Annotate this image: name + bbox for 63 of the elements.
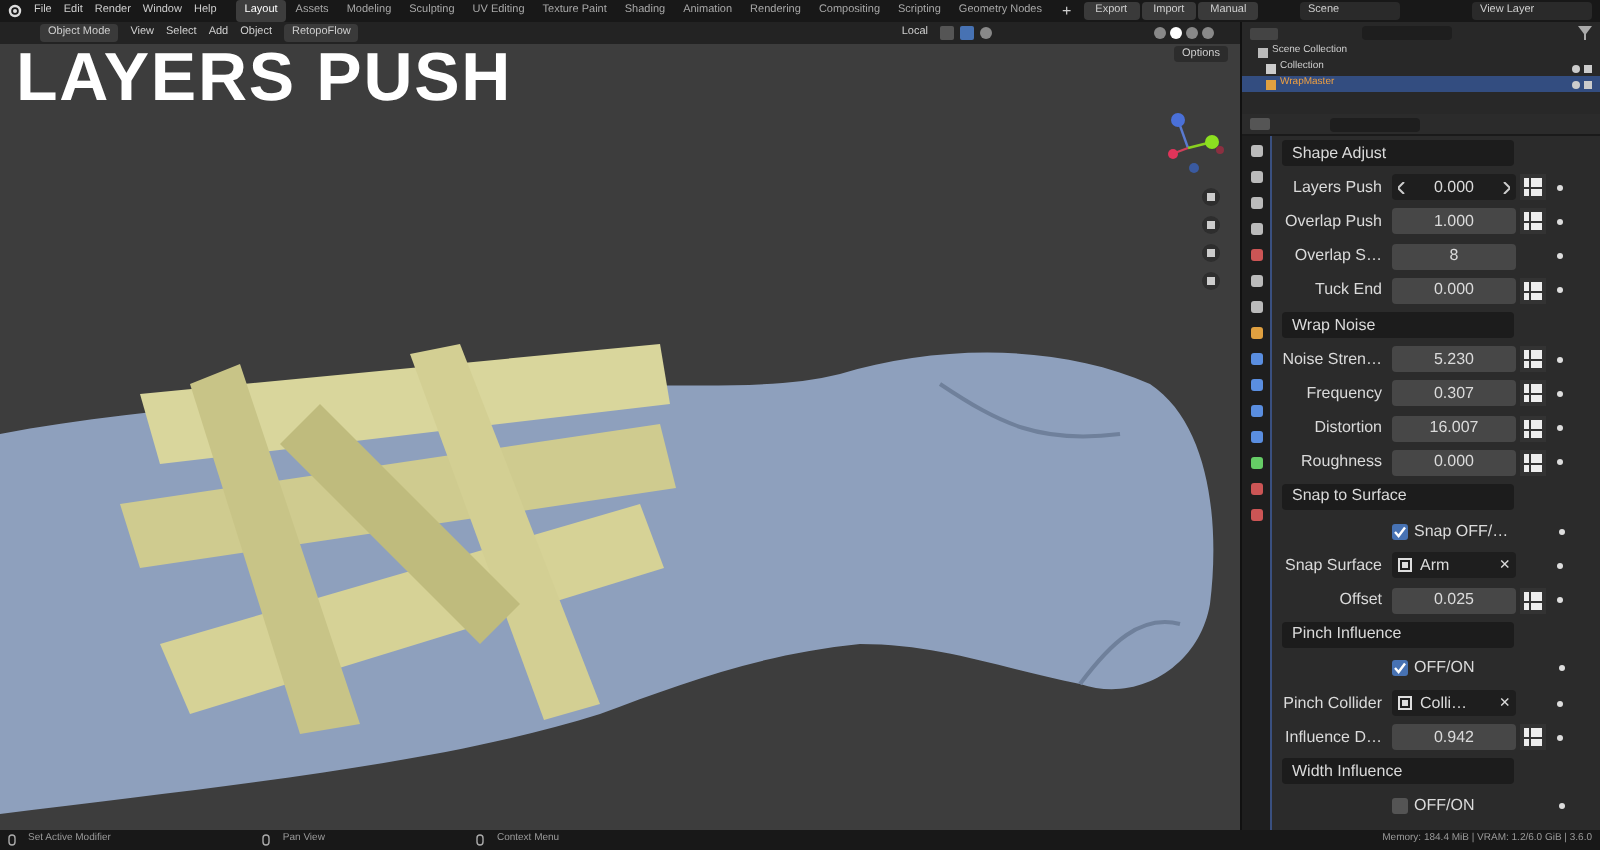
mesh-object-icon	[1398, 558, 1412, 573]
property-label: Roughness	[1299, 450, 1382, 475]
keyframe-dot-icon	[1556, 699, 1564, 708]
keyframe-dot-icon	[1556, 286, 1564, 295]
clear-button[interactable]: ×	[1499, 556, 1510, 575]
number-field[interactable]: 5.230	[1392, 346, 1516, 373]
blender-logo-icon	[8, 4, 22, 18]
keyframe-dot-icon	[1556, 458, 1564, 467]
clear-button[interactable]: ×	[1499, 694, 1510, 713]
property-label: Tuck End	[1313, 278, 1382, 303]
checkbox[interactable]: OFF/ON	[1392, 656, 1534, 681]
number-field[interactable]: 0.307	[1392, 380, 1516, 407]
number-field[interactable]: 1.000	[1392, 208, 1516, 235]
video-caption: LAYERS PUSH	[16, 44, 513, 112]
keyframe-dot-icon	[1558, 664, 1566, 673]
panel-header[interactable]: Width Influence	[1282, 758, 1514, 785]
add-workspace-button[interactable]: +	[1062, 3, 1072, 19]
panel-header[interactable]: Shape Adjust	[1282, 140, 1514, 167]
property-label: Layers Push	[1291, 175, 1382, 200]
keyframe-dot-icon	[1556, 424, 1564, 433]
panel-header[interactable]: Wrap Noise	[1282, 312, 1514, 339]
mesh-object-icon	[1398, 696, 1412, 711]
property-label: Pinch Collider	[1282, 691, 1382, 716]
property-label: Frequency	[1304, 381, 1382, 406]
property-label: Distortion	[1312, 416, 1382, 441]
keyframe-dot-icon	[1556, 596, 1564, 605]
keyframe-dot-icon	[1558, 527, 1566, 536]
mouse-icon	[476, 834, 485, 846]
keyframe-dot-icon	[1556, 252, 1564, 261]
keyframe-dot-icon	[1556, 733, 1564, 742]
property-label: Noise Stren…	[1282, 347, 1382, 372]
checkbox[interactable]: Snap OFF/…	[1392, 519, 1534, 544]
property-label: Influence D…	[1283, 725, 1382, 750]
number-field[interactable]: 0.942	[1392, 724, 1516, 751]
number-field[interactable]: 0.000	[1392, 174, 1516, 201]
object-field[interactable]: Colli… ×	[1392, 690, 1516, 717]
keyframe-dot-icon	[1558, 802, 1566, 811]
number-field[interactable]: 0.000	[1392, 277, 1516, 304]
visibility-icon	[1572, 63, 1592, 73]
editor-type-icon	[1250, 118, 1270, 130]
object-field[interactable]: Arm ×	[1392, 552, 1516, 579]
keyframe-dot-icon	[1556, 355, 1564, 364]
panel-header[interactable]: Pinch Influence	[1282, 621, 1514, 648]
filter-icon	[1578, 26, 1592, 40]
property-label: Snap Surface	[1283, 553, 1382, 578]
keyframe-dot-icon	[1556, 183, 1564, 192]
display-mode-icon	[1250, 27, 1278, 39]
checkbox[interactable]: OFF/ON	[1392, 794, 1534, 819]
keyframe-dot-icon	[1556, 561, 1564, 570]
number-field[interactable]: 16.007	[1392, 415, 1516, 442]
mouse-icon	[8, 834, 16, 846]
number-field[interactable]: 8	[1392, 243, 1516, 270]
number-field[interactable]: 0.025	[1392, 587, 1516, 614]
number-field[interactable]: 0.000	[1392, 449, 1516, 476]
navigation-gizmo-drawing	[1168, 108, 1224, 176]
property-label: Offset	[1337, 588, 1382, 613]
property-label: Overlap S…	[1292, 244, 1382, 269]
panel-header[interactable]: Snap to Surface	[1282, 483, 1514, 510]
property-label: Overlap Push	[1283, 209, 1382, 234]
visibility-icon	[1572, 79, 1592, 89]
mouse-icon	[262, 834, 271, 846]
keyframe-dot-icon	[1556, 217, 1564, 226]
keyframe-dot-icon	[1556, 389, 1564, 398]
